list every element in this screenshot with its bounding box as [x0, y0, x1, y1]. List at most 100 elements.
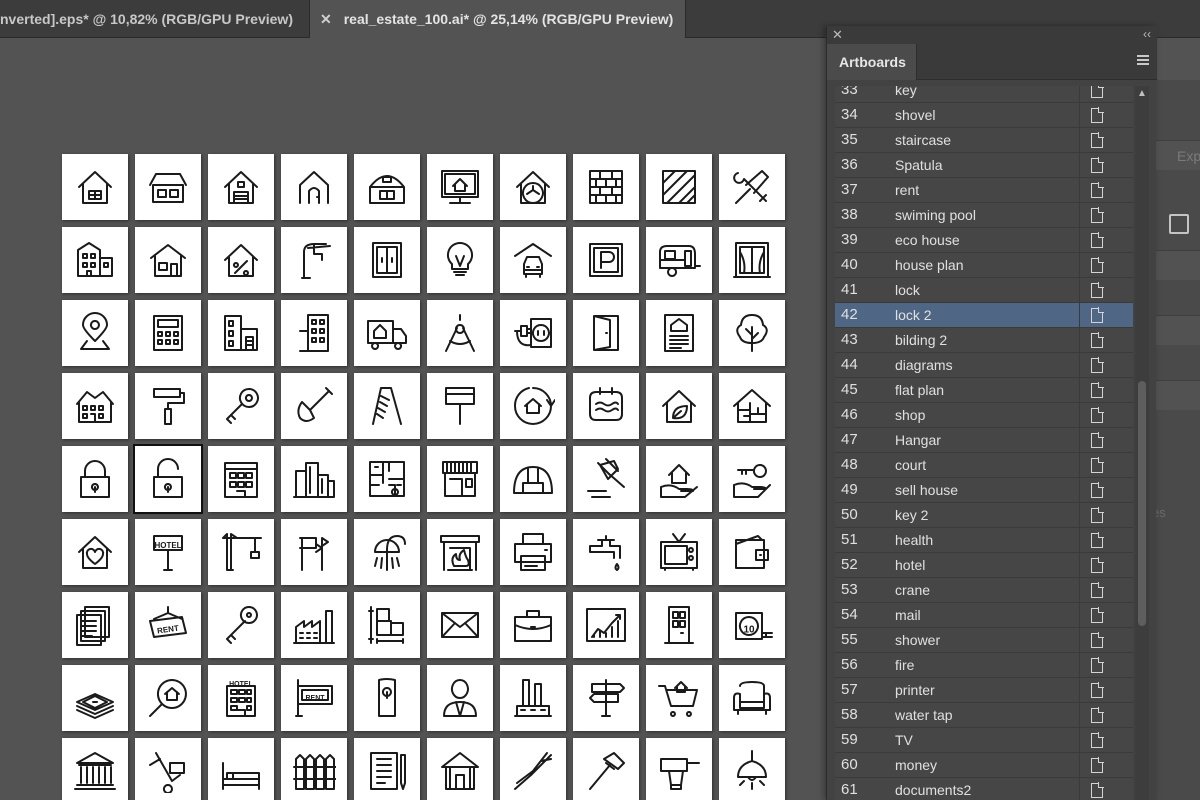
artboard-office-building[interactable]	[208, 446, 274, 512]
artboard-options-icon[interactable]	[1091, 682, 1104, 698]
artboard-row[interactable]: 57 printer	[835, 678, 1133, 703]
artboard-options-icon[interactable]	[1091, 307, 1104, 323]
artboard-row[interactable]: 49 sell house	[835, 478, 1133, 503]
artboard-hand-truck[interactable]	[135, 738, 201, 800]
artboard-socket[interactable]	[500, 300, 566, 366]
artboard-options-icon[interactable]	[1091, 382, 1104, 398]
artboard-options-icon[interactable]	[1091, 507, 1104, 523]
artboard-name[interactable]: eco house	[895, 232, 960, 248]
artboard-options-icon[interactable]	[1091, 332, 1104, 348]
artboard-fence[interactable]	[281, 738, 347, 800]
artboard-row[interactable]: 37 rent	[835, 178, 1133, 203]
artboard-name[interactable]: lock 2	[895, 307, 932, 323]
artboard-row[interactable]: 51 health	[835, 528, 1133, 553]
artboard-row[interactable]: 35 staircase	[835, 128, 1133, 153]
artboard-ladder[interactable]	[354, 373, 420, 439]
artboard-row[interactable]: 36 Spatula	[835, 153, 1133, 178]
artboard-hut[interactable]	[427, 738, 493, 800]
artboard-house-cycle[interactable]	[500, 373, 566, 439]
tab-artboards[interactable]: Artboards	[827, 44, 917, 80]
artboard-name[interactable]: crane	[895, 582, 930, 598]
artboard-name[interactable]: staircase	[895, 132, 951, 148]
artboard-document-2[interactable]	[354, 738, 420, 800]
artboard-options-icon[interactable]	[1091, 257, 1104, 273]
close-icon[interactable]: ✕	[832, 27, 843, 43]
artboard-name[interactable]: documents2	[895, 782, 971, 798]
artboard-options-icon[interactable]	[1091, 482, 1104, 498]
artboard-row[interactable]: 55 shower	[835, 628, 1133, 653]
artboard-name[interactable]: TV	[895, 732, 913, 748]
artboard-house[interactable]	[62, 154, 128, 220]
artboard-hangar[interactable]	[500, 446, 566, 512]
artboard-bulb[interactable]	[427, 227, 493, 293]
artboard-name[interactable]: fire	[895, 657, 914, 673]
artboard-spatula[interactable]	[427, 373, 493, 439]
artboard-name[interactable]: rent	[895, 182, 919, 198]
artboard-truck-house[interactable]	[354, 300, 420, 366]
artboard-name[interactable]: shower	[895, 632, 940, 648]
artboard-person[interactable]	[427, 665, 493, 731]
artboard-printer[interactable]	[500, 519, 566, 585]
artboard-bank[interactable]	[62, 738, 128, 800]
artboard-wallet[interactable]	[719, 519, 785, 585]
artboard-options-icon[interactable]	[1091, 557, 1104, 573]
artboard-name[interactable]: key	[895, 86, 917, 98]
artboard-money[interactable]	[62, 665, 128, 731]
artboard-row[interactable]: 61 documents2	[835, 778, 1133, 800]
artboard-factory-2[interactable]	[500, 665, 566, 731]
artboard-row[interactable]: 60 money	[835, 753, 1133, 778]
artboard-name[interactable]: Hangar	[895, 432, 941, 448]
artboard-rent-sign[interactable]: RENT	[135, 592, 201, 658]
export-label[interactable]: Exp	[1177, 148, 1200, 164]
artboard-search-house[interactable]	[135, 665, 201, 731]
artboard-house-wide[interactable]	[135, 154, 201, 220]
artboard-options-icon[interactable]	[1091, 707, 1104, 723]
artboard-options-icon[interactable]	[1091, 232, 1104, 248]
artboard-hand-key[interactable]	[719, 446, 785, 512]
artboard-name[interactable]: key 2	[895, 507, 928, 523]
artboard-name[interactable]: shovel	[895, 107, 935, 123]
artboard-name[interactable]: health	[895, 532, 933, 548]
artboard-row[interactable]: 48 court	[835, 453, 1133, 478]
artboard-name[interactable]: swiming pool	[895, 207, 976, 223]
artboard-house-door[interactable]	[281, 154, 347, 220]
artboard-buildings[interactable]	[208, 300, 274, 366]
artboard-cart[interactable]	[646, 665, 712, 731]
artboard-house-plan[interactable]	[719, 373, 785, 439]
artboard-plan[interactable]	[354, 592, 420, 658]
artboard-big-house[interactable]	[62, 373, 128, 439]
artboard-barn[interactable]	[354, 154, 420, 220]
artboard-options-icon[interactable]	[1091, 607, 1104, 623]
artboard-map-pin[interactable]	[62, 300, 128, 366]
document-tab-ai[interactable]: ✕ real_estate_100.ai* @ 25,14% (RGB/GPU …	[310, 0, 686, 38]
artboard-documents[interactable]	[62, 592, 128, 658]
artboard-pool[interactable]	[573, 373, 639, 439]
document-tab-eps[interactable]: nverted].eps* @ 10,82% (RGB/GPU Preview)	[0, 0, 310, 38]
artboard-name[interactable]: flat plan	[895, 382, 944, 398]
artboard-key[interactable]	[208, 373, 274, 439]
artboard-lock-open[interactable]	[133, 444, 203, 514]
artboard-row[interactable]: 52 hotel	[835, 553, 1133, 578]
artboard-row[interactable]: 53 crane	[835, 578, 1133, 603]
artboard-door-panel[interactable]	[646, 592, 712, 658]
artboard-tools[interactable]	[719, 154, 785, 220]
scroll-up-icon[interactable]: ▲	[1137, 88, 1147, 99]
artboard-row[interactable]: 50 key 2	[835, 503, 1133, 528]
artboard-name[interactable]: money	[895, 757, 937, 773]
artboard-options-icon[interactable]	[1091, 782, 1104, 798]
artboard-name[interactable]: bilding 2	[895, 332, 947, 348]
artboard-name[interactable]: printer	[895, 682, 935, 698]
artboard-tv[interactable]	[646, 519, 712, 585]
artboard-caravan[interactable]	[646, 227, 712, 293]
artboard-name[interactable]: Spatula	[895, 157, 942, 173]
artboard-options-icon[interactable]	[1091, 732, 1104, 748]
artboard-percent-house[interactable]	[208, 227, 274, 293]
artboard-options-icon[interactable]	[1091, 357, 1104, 373]
artboard-row[interactable]: 44 diagrams	[835, 353, 1133, 378]
artboard-row[interactable]: 39 eco house	[835, 228, 1133, 253]
artboard-row[interactable]: 47 Hangar	[835, 428, 1133, 453]
artboard-faucet[interactable]	[281, 227, 347, 293]
artboard-tape-measure[interactable]: 10	[719, 592, 785, 658]
artboard-row[interactable]: 41 lock	[835, 278, 1133, 303]
artboard-row[interactable]: 54 mail	[835, 603, 1133, 628]
